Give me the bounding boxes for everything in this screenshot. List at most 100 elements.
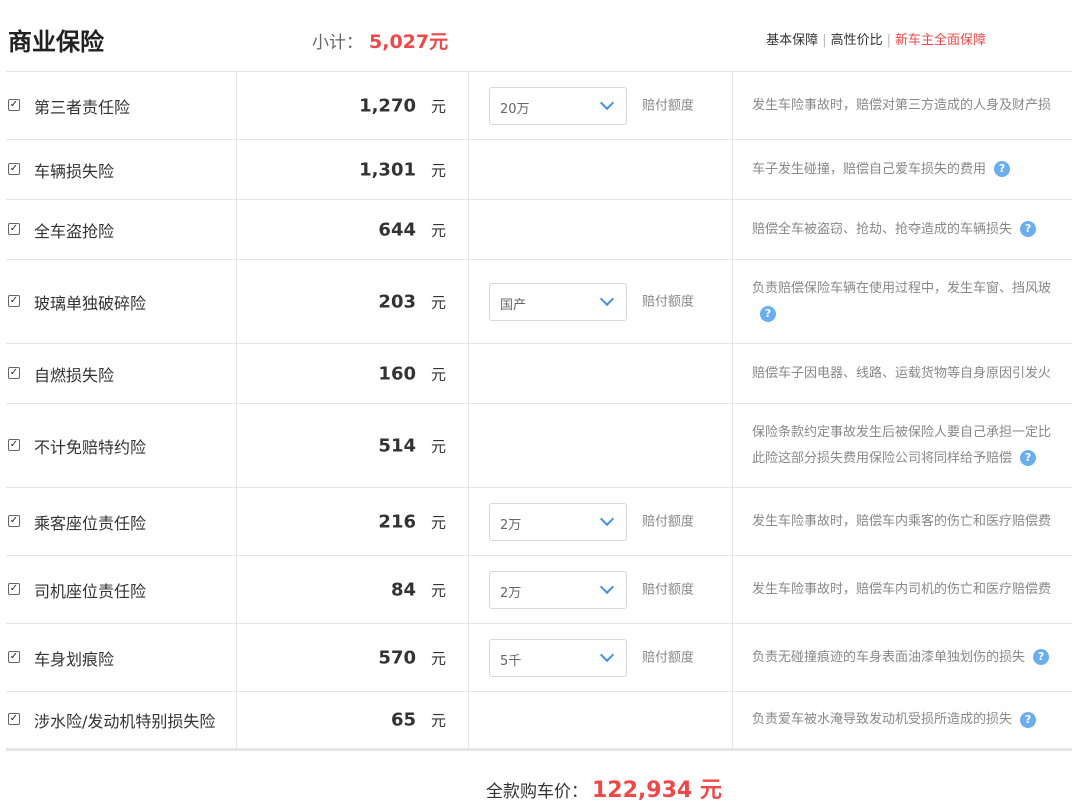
insurance-price: 203 [378,291,416,312]
insurance-name: 不计免赔特约险 [34,437,147,457]
column-divider [732,624,733,691]
coverage-amount-value: 20万 [500,101,530,117]
price-unit: 元 [431,711,447,730]
column-divider [236,692,237,748]
price-unit: 元 [431,513,447,531]
column-divider [468,404,469,487]
question-mark-icon[interactable]: ? [1020,450,1037,466]
price-unit: 元 [431,293,447,311]
column-divider [236,624,237,691]
coverage-amount-select[interactable]: 5千 [489,638,627,677]
chevron-down-icon [599,511,615,526]
insurance-description: 负责赔偿保险车辆在使用过程中，发生车窗、挡风玻? [752,276,1072,328]
column-divider [236,344,237,403]
price-unit: 元 [431,649,447,667]
insurance-description: 负责无碰撞痕迹的车身表面油漆单独划伤的损失? [752,645,1072,671]
coverage-amount-select[interactable]: 国产 [489,282,627,321]
coverage-amount-select[interactable]: 20万 [489,86,627,125]
description-line: 负责赔偿保险车辆在使用过程中，发生车窗、挡风玻 [752,280,1052,296]
insurance-name: 司机座位责任险 [34,581,147,601]
plan-value-link[interactable]: 高性价比 [831,33,883,48]
column-divider [732,404,733,487]
plan-selector: 基本保障 | 高性价比 | 新车主全面保障 [766,33,986,48]
coverage-amount-select[interactable]: 2万 [489,502,627,541]
checkbox-checked-icon[interactable]: ✓ [8,650,20,663]
checkbox-checked-icon[interactable]: ✓ [8,438,20,451]
insurance-description: 赔偿全车被盗窃、抢劫、抢夺造成的车辆损失? [752,217,1072,243]
description-line: 车子发生碰撞，赔偿自己爱车损失的费用? [752,157,1072,183]
insurance-table: ✓ 第三者责任险 1,270 元 20万 赔付额度 发生车险事故时，赔偿对第三方造成的人身及… [6,71,1072,751]
description-line: 负责无碰撞痕迹的车身表面油漆单独划伤的损失? [752,645,1072,671]
chevron-down-icon [599,579,615,594]
coverage-amount-label: 赔付额度 [642,294,695,310]
insurance-description: 赔偿车子因电器、线路、运载货物等自身原因引发火 [752,361,1072,387]
description-line: 保险条款约定事故发生后被保险人要自己承担一定比 [752,424,1052,440]
price-unit: 元 [431,365,447,383]
insurance-price: 514 [378,435,416,456]
question-mark-icon[interactable]: ? [994,161,1011,177]
column-divider [732,72,733,139]
insurance-price: 65 [390,709,416,731]
question-mark-icon[interactable]: ? [1020,221,1037,237]
question-mark-icon[interactable]: ? [1020,711,1037,728]
coverage-amount-select[interactable]: 2万 [489,570,627,609]
insurance-name: 涉水险/发动机特别损失险 [34,712,216,731]
coverage-amount-label: 赔付额度 [642,98,695,114]
column-divider [468,344,469,403]
insurance-row: ✓ 涉水险/发动机特别损失险 65 元 负责爱车被水淹导致发动机受损所造成的损失? [6,691,1072,751]
insurance-price: 570 [378,647,416,668]
chevron-down-icon [599,291,615,306]
column-divider [732,692,733,748]
column-divider [468,488,469,555]
insurance-row: ✓ 司机座位责任险 84 元 2万 赔付额度 发生车险事故时，赔偿车内司机的伤亡和医疗赔偿费 [6,555,1072,623]
column-divider [732,556,733,623]
price-unit: 元 [431,97,447,115]
column-divider [468,624,469,691]
checkbox-checked-icon[interactable]: ✓ [8,713,20,725]
price-unit: 元 [431,221,447,239]
total-price: 全款购车价： 122,934 元 [486,772,722,804]
insurance-name: 玻璃单独破碎险 [34,293,147,313]
insurance-row: ✓ 车身划痕险 570 元 5千 赔付额度 负责无碰撞痕迹的车身表面油漆单独划伤的损失? [6,623,1072,691]
insurance-price: 644 [378,219,416,240]
column-divider [236,200,237,259]
insurance-name: 自燃损失险 [34,365,115,385]
column-divider [468,692,469,748]
page-title: 商业保险 [8,28,104,56]
insurance-price: 160 [378,363,416,384]
question-mark-icon[interactable]: ? [760,306,776,322]
insurance-name: 车辆损失险 [34,161,115,181]
description-line: 发生车险事故时，赔偿车内司机的伤亡和医疗赔偿费 [752,581,1052,597]
column-divider [468,200,469,259]
checkbox-checked-icon[interactable]: ✓ [8,514,20,527]
insurance-description: 发生车险事故时，赔偿车内乘客的伤亡和医疗赔偿费 [752,509,1072,535]
column-divider [236,488,237,555]
coverage-amount-value: 2万 [500,585,522,601]
checkbox-checked-icon[interactable]: ✓ [8,162,20,175]
checkbox-checked-icon[interactable]: ✓ [8,582,20,595]
coverage-amount-label: 赔付额度 [642,582,695,598]
coverage-amount-value: 5千 [500,653,522,669]
checkbox-checked-icon[interactable]: ✓ [8,222,20,235]
insurance-description: 保险条款约定事故发生后被保险人要自己承担一定比此险这部分损失费用保险公司将同样给… [752,420,1072,472]
question-mark-icon[interactable]: ? [1033,649,1050,665]
subtotal-value: 5,027元 [369,31,449,53]
plan-basic-link[interactable]: 基本保障 [766,33,818,48]
checkbox-checked-icon[interactable]: ✓ [8,294,20,307]
coverage-amount-label: 赔付额度 [642,514,695,530]
insurance-description: 车子发生碰撞，赔偿自己爱车损失的费用? [752,157,1072,183]
coverage-amount-value: 2万 [500,517,522,533]
insurance-name: 乘客座位责任险 [34,513,147,533]
coverage-amount-label: 赔付额度 [642,650,695,666]
plan-full-link[interactable]: 新车主全面保障 [895,33,986,48]
description-line: ? [752,302,1072,328]
checkbox-checked-icon[interactable]: ✓ [8,98,20,111]
insurance-row: ✓ 玻璃单独破碎险 203 元 国产 赔付额度 负责赔偿保险车辆在使用过程中，发生车窗、挡风… [6,259,1072,343]
description-line: 此险这部分损失费用保险公司将同样给予赔偿? [752,446,1072,472]
insurance-description: 负责爱车被水淹导致发动机受损所造成的损失? [752,707,1072,733]
column-divider [236,260,237,343]
chevron-down-icon [599,95,615,110]
insurance-row: ✓ 第三者责任险 1,270 元 20万 赔付额度 发生车险事故时，赔偿对第三方造成的人身及… [6,71,1072,139]
checkbox-checked-icon[interactable]: ✓ [8,366,20,379]
description-line: 发生车险事故时，赔偿车内乘客的伤亡和医疗赔偿费 [752,513,1052,529]
